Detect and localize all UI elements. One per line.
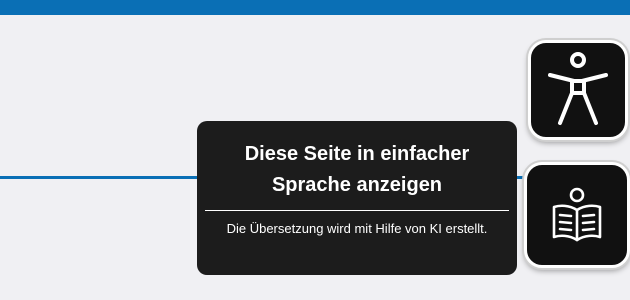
accessibility-person-icon xyxy=(546,51,610,129)
accessibility-button[interactable] xyxy=(528,40,628,140)
tooltip-description: Die Übersetzung wird mit Hilfe von KI er… xyxy=(226,221,488,236)
top-bar xyxy=(0,0,630,15)
easy-language-tooltip: Diese Seite in einfacher Sprache anzeige… xyxy=(197,121,517,275)
reading-person-icon xyxy=(549,186,605,244)
tooltip-divider xyxy=(205,210,509,211)
easy-language-button[interactable] xyxy=(524,162,630,268)
tooltip-title: Diese Seite in einfacher Sprache anzeige… xyxy=(244,143,470,196)
